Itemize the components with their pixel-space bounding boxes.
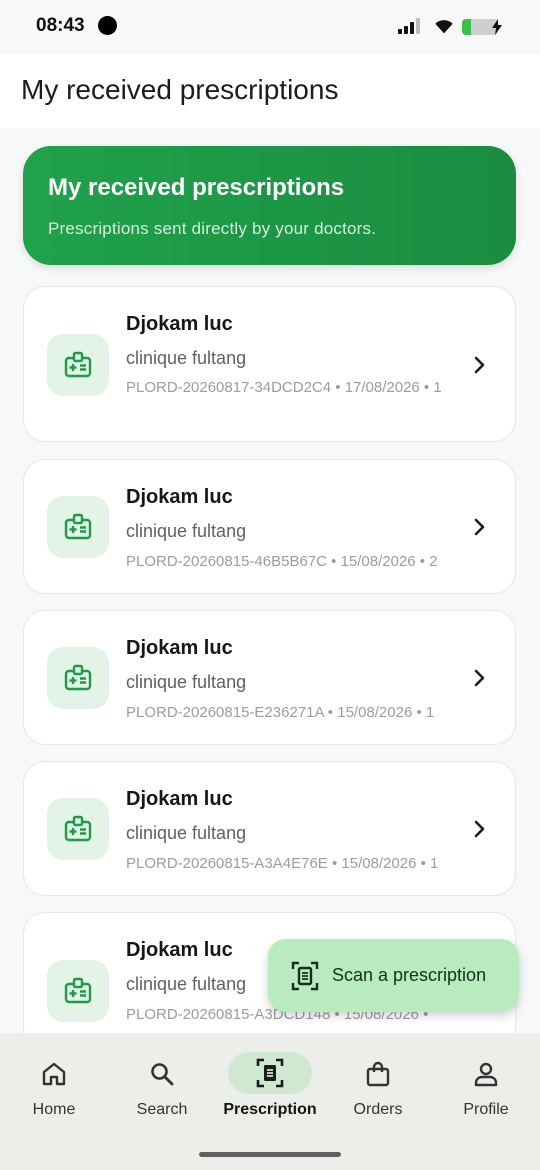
nav-label-orders: Orders: [353, 1101, 403, 1118]
medical-id-icon-container: [47, 496, 109, 558]
nav-label-search: Search: [136, 1101, 188, 1118]
nav-label-profile: Profile: [463, 1101, 509, 1118]
prescription-card[interactable]: Djokam luc clinique fultang PLORD-202608…: [23, 610, 516, 745]
medical-id-icon-container: [47, 647, 109, 709]
nav-label-prescription: Prescription: [223, 1101, 317, 1118]
prescription-scan-icon: [256, 1058, 284, 1088]
signal-icon: [398, 18, 420, 34]
medical-id-icon-container: [47, 798, 109, 860]
wifi-icon: [435, 20, 453, 34]
nav-item-home[interactable]: Home: [0, 1033, 108, 1133]
medical-id-icon: [64, 351, 92, 378]
banner-subtitle: Prescriptions sent directly by your doct…: [48, 219, 377, 238]
prescription-meta: PLORD-20260815-E236271A • 15/08/2026 • 1: [126, 704, 435, 721]
prescription-meta: PLORD-20260817-34DCD2C4 • 17/08/2026 • 1: [126, 379, 442, 396]
medical-id-icon: [64, 513, 92, 540]
clinic-name: clinique fultang: [126, 672, 247, 692]
info-banner: My received prescriptions Prescriptions …: [23, 146, 516, 265]
clinic-name: clinique fultang: [126, 974, 247, 994]
bottom-navigation: Home Search Prescription Orders Profile: [0, 1033, 540, 1170]
clinic-name: clinique fultang: [126, 348, 247, 368]
shopping-bag-icon: [366, 1061, 390, 1087]
charging-bolt-icon: [492, 19, 502, 35]
nav-item-profile[interactable]: Profile: [432, 1033, 540, 1133]
clinic-name: clinique fultang: [126, 521, 247, 541]
doctor-name: Djokam luc: [126, 939, 233, 961]
page-title: My received prescriptions: [21, 74, 339, 105]
medical-id-icon-container: [47, 334, 109, 396]
search-icon: [151, 1063, 174, 1086]
nav-item-orders[interactable]: Orders: [324, 1033, 432, 1133]
nav-label-home: Home: [32, 1101, 76, 1118]
scan-prescription-label: Scan a prescription: [332, 965, 487, 985]
nav-item-prescription[interactable]: Prescription: [216, 1033, 324, 1133]
chevron-right-icon: [474, 820, 485, 838]
medical-id-icon: [64, 664, 92, 691]
chevron-right-icon: [474, 518, 485, 536]
app-header: My received prescriptions: [0, 54, 540, 128]
clinic-name: clinique fultang: [126, 823, 247, 843]
medical-id-icon: [64, 815, 92, 842]
prescription-card[interactable]: Djokam luc clinique fultang PLORD-202608…: [23, 286, 516, 442]
camera-dot-icon: [98, 16, 117, 35]
person-icon: [474, 1062, 498, 1087]
banner-title: My received prescriptions: [48, 174, 345, 201]
prescription-card[interactable]: Djokam luc clinique fultang PLORD-202608…: [23, 459, 516, 594]
status-time: 08:43: [36, 15, 85, 36]
prescription-meta: PLORD-20260815-46B5B67C • 15/08/2026 • 2: [126, 553, 438, 570]
doctor-name: Djokam luc: [126, 637, 233, 659]
doctor-name: Djokam luc: [126, 313, 233, 335]
status-bar: 08:43: [0, 0, 540, 54]
chevron-right-icon: [474, 356, 485, 374]
prescription-card[interactable]: Djokam luc clinique fultang PLORD-202608…: [23, 761, 516, 896]
doctor-name: Djokam luc: [126, 486, 233, 508]
nav-item-search[interactable]: Search: [108, 1033, 216, 1133]
medical-id-icon-container: [47, 960, 109, 1022]
doctor-name: Djokam luc: [126, 788, 233, 810]
chevron-right-icon: [474, 669, 485, 687]
prescription-meta: PLORD-20260815-A3A4E76E • 15/08/2026 • 1: [126, 855, 439, 872]
scan-prescription-button[interactable]: Scan a prescription: [268, 939, 519, 1012]
scan-document-icon: [291, 961, 319, 991]
home-indicator[interactable]: [199, 1152, 341, 1157]
home-icon: [42, 1062, 66, 1086]
medical-id-icon: [64, 977, 92, 1004]
